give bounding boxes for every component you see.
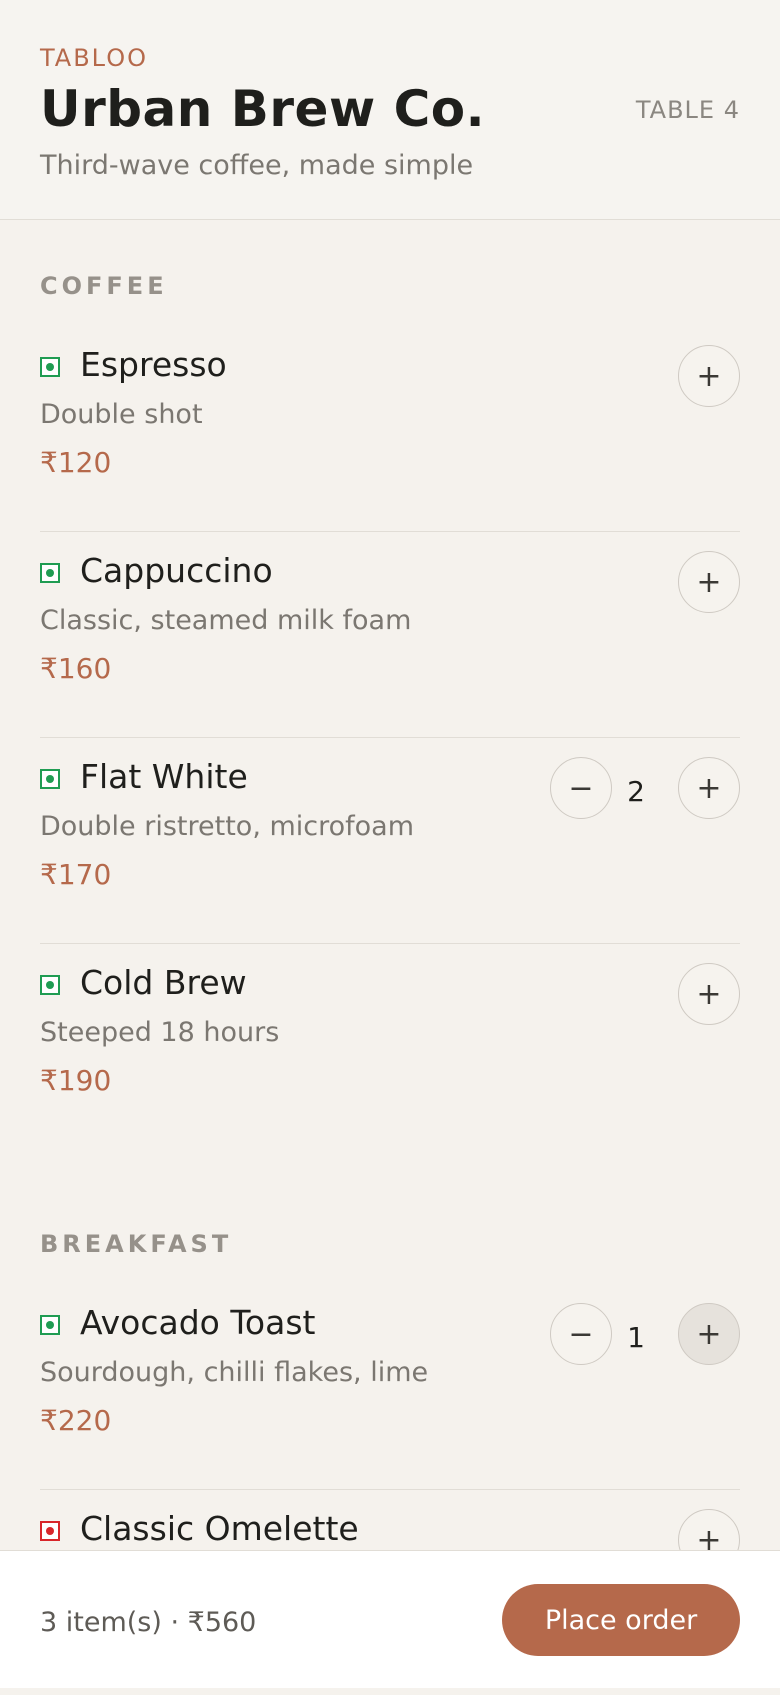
- veg-indicator-icon: [40, 769, 60, 789]
- menu-item-avocado-toast: Avocado Toast Sourdough, chilli flakes, …: [40, 1283, 740, 1490]
- menu-item-espresso: Espresso Double shot ₹120 +: [40, 325, 740, 532]
- item-description: Double ristretto, microfoam: [40, 811, 415, 842]
- menu-item-cold-brew: Cold Brew Steeped 18 hours ₹190 +: [40, 943, 740, 1149]
- add-button[interactable]: +: [678, 551, 740, 613]
- menu-item-cappuccino: Cappuccino Classic, steamed milk foam ₹1…: [40, 531, 740, 738]
- item-price: ₹160: [40, 652, 112, 685]
- section-title-breakfast: BREAKFAST: [40, 1230, 233, 1258]
- item-price: ₹220: [40, 1404, 112, 1437]
- item-price: ₹120: [40, 446, 112, 479]
- add-button[interactable]: +: [678, 345, 740, 407]
- item-price: ₹170: [40, 858, 112, 891]
- item-name: Flat White: [80, 757, 248, 796]
- decrease-button[interactable]: −: [550, 1303, 612, 1365]
- restaurant-subtitle: Third-wave coffee, made simple: [40, 150, 474, 181]
- item-name: Classic Omelette: [80, 1509, 359, 1548]
- add-button[interactable]: +: [678, 963, 740, 1025]
- veg-indicator-icon: [40, 975, 60, 995]
- header: TABLOO Urban Brew Co. Third-wave coffee,…: [0, 0, 780, 220]
- quantity-value: 2: [627, 775, 645, 808]
- item-description: Sourdough, chilli flakes, lime: [40, 1357, 429, 1388]
- brand-label: TABLOO: [40, 44, 148, 72]
- menu-item-flat-white: Flat White Double ristretto, microfoam ₹…: [40, 737, 740, 944]
- increase-button[interactable]: +: [678, 1303, 740, 1365]
- non-veg-indicator-icon: [40, 1521, 60, 1541]
- item-name: Cold Brew: [80, 963, 247, 1002]
- item-name: Avocado Toast: [80, 1303, 316, 1342]
- place-order-button[interactable]: Place order: [502, 1584, 740, 1656]
- item-description: Steeped 18 hours: [40, 1017, 280, 1048]
- item-name: Cappuccino: [80, 551, 273, 590]
- table-label: TABLE 4: [635, 96, 740, 124]
- increase-button[interactable]: +: [678, 757, 740, 819]
- quantity-value: 1: [627, 1321, 645, 1354]
- item-description: Classic, steamed milk foam: [40, 605, 412, 636]
- veg-indicator-icon: [40, 357, 60, 377]
- restaurant-title: Urban Brew Co.: [40, 80, 486, 138]
- section-title-coffee: COFFEE: [40, 272, 168, 300]
- item-description: Double shot: [40, 399, 203, 430]
- item-name: Espresso: [80, 345, 227, 384]
- decrease-button[interactable]: −: [550, 757, 612, 819]
- veg-indicator-icon: [40, 1315, 60, 1335]
- veg-indicator-icon: [40, 563, 60, 583]
- order-footer: 3 item(s) · ₹560 Place order: [0, 1550, 780, 1688]
- item-price: ₹190: [40, 1064, 112, 1097]
- order-summary: 3 item(s) · ₹560: [40, 1607, 257, 1638]
